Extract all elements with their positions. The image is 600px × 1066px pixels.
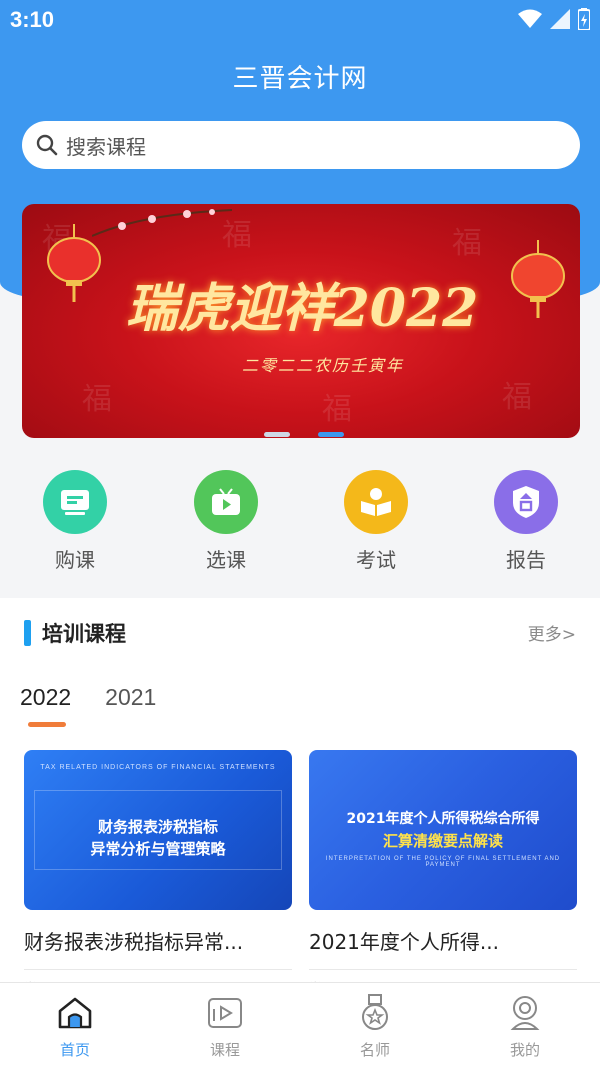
course-title: 财务报表涉税指标异常... [24, 930, 244, 954]
medal-teacher-icon [325, 993, 425, 1033]
quick-nav: 购课 选课 考试 报告 [0, 470, 600, 580]
profile-icon [475, 993, 575, 1033]
thumbnail-tag: INTERPRETATION OF THE POLICY OF FINAL SE… [325, 856, 561, 868]
tab-home[interactable]: 首页 [25, 993, 125, 1060]
fu-pattern: 福 [322, 392, 352, 427]
promo-banner[interactable]: 福 福 福 福 福 福 瑞虎迎祥2022 二零二二农历壬寅年 [22, 204, 580, 438]
quicknav-label: 报告 [506, 548, 546, 572]
tab-label: 我的 [509, 1041, 540, 1059]
course-thumbnail: TAX RELATED INDICATORS OF FINANCIAL STAT… [24, 750, 292, 910]
quicknav-report[interactable]: 报告 [471, 470, 581, 573]
pagination-dot-active [318, 432, 344, 437]
fu-pattern: 福 [502, 380, 532, 415]
section-accent-bar [24, 620, 31, 646]
cell-signal-icon [550, 9, 570, 29]
video-course-icon [175, 993, 275, 1033]
year-label: 2022 [20, 684, 72, 710]
reader-exam-icon [344, 470, 408, 534]
quicknav-exam[interactable]: 考试 [321, 470, 431, 573]
tab-label: 名师 [359, 1041, 390, 1059]
status-icons [518, 8, 590, 30]
fu-pattern: 福 [82, 382, 112, 417]
search-placeholder: 搜索课程 [66, 134, 146, 159]
course-card[interactable]: TAX RELATED INDICATORS OF FINANCIAL STAT… [24, 750, 292, 997]
tab-label: 首页 [59, 1041, 90, 1059]
tab-year-2021[interactable]: 2021 [105, 684, 156, 711]
plum-blossom-icon [92, 209, 232, 237]
quicknav-buy-course[interactable]: 购课 [20, 470, 130, 573]
section-title: 培训课程 [42, 622, 126, 646]
quicknav-label: 购课 [55, 548, 95, 572]
fu-pattern: 福 [452, 226, 482, 261]
more-link[interactable]: 更多> [528, 620, 576, 645]
quicknav-label: 选课 [206, 548, 246, 572]
thumbnail-line1: 2021年度个人所得税综合所得 [346, 811, 540, 827]
divider [24, 969, 292, 970]
quicknav-select-course[interactable]: 选课 [171, 470, 281, 573]
badge-report-icon [494, 470, 558, 534]
tab-courses[interactable]: 课程 [175, 993, 275, 1060]
tab-year-2022[interactable]: 2022 [20, 684, 72, 727]
thumbnail-line1: 财务报表涉税指标 [97, 818, 218, 836]
cart-course-icon [43, 470, 107, 534]
lantern-right-icon [511, 240, 565, 318]
year-tabs: 2022 2021 [20, 684, 156, 727]
search-bar[interactable]: 搜索课程 [22, 121, 580, 169]
status-bar: 3:10 [0, 0, 600, 40]
pagination-dot [264, 432, 290, 437]
banner-subtitle: 二零二二农历壬寅年 [242, 356, 405, 375]
status-time: 3:10 [10, 7, 55, 32]
tab-label: 课程 [209, 1041, 240, 1059]
training-courses-section: 培训课程 更多> 2022 2021 TAX RELATED INDICATOR… [0, 598, 600, 997]
course-title: 2021年度个人所得... [309, 930, 499, 954]
app-title: 三晋会计网 [232, 64, 368, 94]
bottom-tab-bar: 首页 课程 名师 我的 [0, 982, 600, 1066]
home-icon [25, 993, 125, 1033]
thumbnail-line2: 汇算清缴要点解读 [382, 832, 503, 850]
search-icon [36, 134, 58, 156]
section-header: 培训课程 更多> [24, 618, 576, 646]
thumbnail-line2: 异常分析与管理策略 [90, 840, 226, 858]
divider [309, 969, 577, 970]
active-tab-indicator [28, 722, 66, 727]
wifi-icon [518, 9, 542, 28]
thumbnail-tag: TAX RELATED INDICATORS OF FINANCIAL STAT… [40, 764, 276, 771]
battery-icon [578, 8, 590, 30]
banner-pagination [264, 432, 344, 437]
tab-teachers[interactable]: 名师 [325, 993, 425, 1060]
tab-mine[interactable]: 我的 [475, 993, 575, 1060]
course-card[interactable]: 2021年度个人所得税综合所得 汇算清缴要点解读 INTERPRETATION … [309, 750, 577, 997]
year-label: 2021 [105, 684, 157, 710]
quicknav-label: 考试 [356, 548, 396, 572]
banner-headline: 瑞虎迎祥2022 [125, 278, 479, 339]
play-video-icon [194, 470, 258, 534]
course-thumbnail: 2021年度个人所得税综合所得 汇算清缴要点解读 INTERPRETATION … [309, 750, 577, 910]
